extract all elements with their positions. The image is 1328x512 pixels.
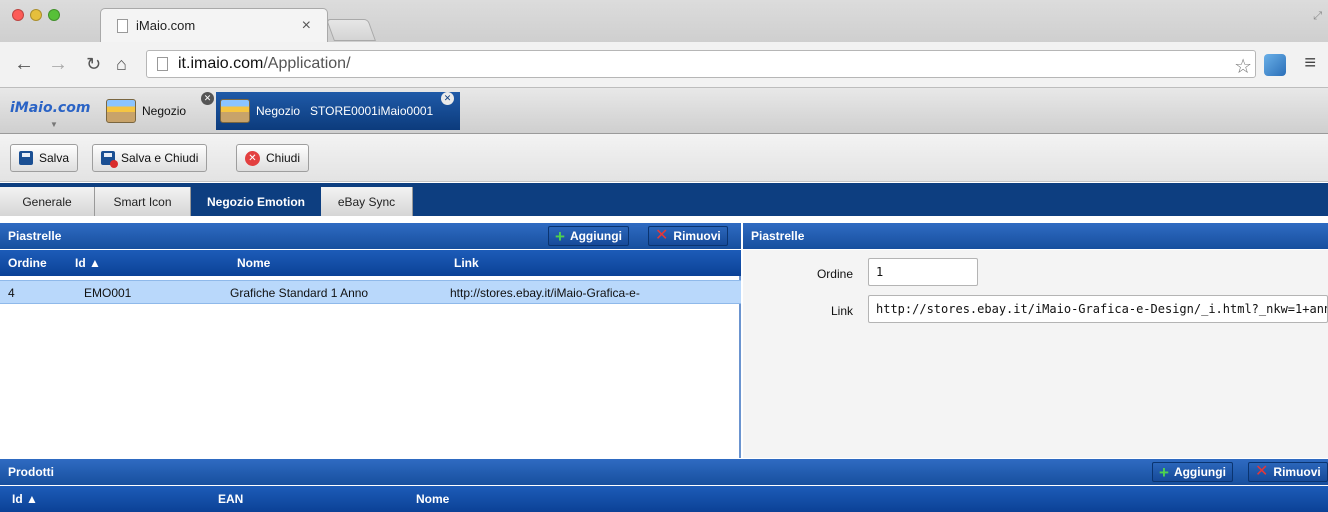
save-close-icon <box>101 151 118 168</box>
link-label: Link <box>830 304 853 318</box>
table-row[interactable]: 4 EMO001 Grafiche Standard 1 Anno http:/… <box>0 280 741 304</box>
tiles-add-label: Aggiungi <box>569 229 622 243</box>
cell-ordine: 4 <box>8 286 15 300</box>
bookmark-star-icon[interactable]: ☆ <box>1234 54 1252 79</box>
close-icon[interactable]: ✕ <box>441 92 454 105</box>
app-tabbar: iMaio.com ▼ Negozio ✕ Negozio STORE0001i… <box>0 88 1328 134</box>
home-icon[interactable]: ⌂ <box>116 52 127 76</box>
tab-generale[interactable]: Generale <box>0 187 95 216</box>
browser-toolbar: ← → ↻ ⌂ it.imaio.com /Application/ ☆ ≡ <box>0 42 1328 88</box>
app-logo[interactable]: iMaio.com <box>10 100 90 116</box>
cell-nome: Grafiche Standard 1 Anno <box>230 286 369 300</box>
page-icon <box>117 18 128 33</box>
plus-icon: + <box>1159 462 1169 482</box>
save-button[interactable]: Salva <box>10 144 79 172</box>
column-ean[interactable]: EAN <box>218 492 243 506</box>
reload-icon[interactable]: ↻ <box>86 52 101 76</box>
browser-tab-title: iMaio.com <box>136 18 196 33</box>
ordine-field[interactable]: 1 <box>868 258 978 286</box>
products-add-label: Aggiungi <box>1173 465 1226 479</box>
extension-icon[interactable] <box>1264 54 1286 76</box>
tab-close-icon[interactable]: × <box>302 17 311 35</box>
browser-tab-strip: iMaio.com × ⤢ <box>0 0 1328 42</box>
tile-form: Ordine 1 Link http://stores.ebay.it/iMai… <box>743 250 1328 458</box>
action-toolbar: Salva Salva e Chiudi ✕ Chiudi <box>0 134 1328 182</box>
page-icon <box>157 57 168 71</box>
tile-form-title: Piastrelle <box>751 229 805 243</box>
column-link[interactable]: Link <box>454 256 479 270</box>
tab-negozio-emotion[interactable]: Negozio Emotion <box>191 187 321 216</box>
shop-icon <box>106 99 136 123</box>
delete-icon: ✕ <box>1255 463 1269 480</box>
column-nome[interactable]: Nome <box>416 492 449 506</box>
cell-link: http://stores.ebay.it/iMaio-Grafica-e- <box>450 286 640 300</box>
url-host: it.imaio.com <box>178 55 264 72</box>
products-remove-label: Rimuovi <box>1273 465 1321 479</box>
close-icon: ✕ <box>245 150 260 166</box>
save-label: Salva <box>39 151 70 165</box>
save-icon <box>19 151 33 165</box>
back-icon[interactable]: ← <box>14 52 34 76</box>
save-close-label: Salva e Chiudi <box>121 151 199 165</box>
products-add-button[interactable]: + Aggiungi <box>1152 462 1233 482</box>
url-path: /Application/ <box>263 55 351 72</box>
products-panel-title: Prodotti <box>8 465 54 479</box>
link-field[interactable]: http://stores.ebay.it/iMaio-Grafica-e-De… <box>868 295 1328 323</box>
column-id[interactable]: Id ▲ <box>12 492 38 506</box>
tab-smart-icon[interactable]: Smart Icon <box>95 187 191 216</box>
tab-ebay-sync[interactable]: eBay Sync <box>321 187 413 216</box>
tiles-grid: 4 EMO001 Grafiche Standard 1 Anno http:/… <box>0 276 741 458</box>
column-id[interactable]: Id ▲ <box>75 256 101 270</box>
close-label: Chiudi <box>266 151 301 165</box>
window-close-button[interactable] <box>12 9 24 21</box>
ordine-label: Ordine <box>816 267 853 281</box>
app-tab-negozio-store[interactable]: Negozio STORE0001iMaio0001 ✕ <box>216 92 460 130</box>
close-button[interactable]: ✕ Chiudi <box>236 144 310 172</box>
section-tabs: Generale Smart Icon Negozio Emotion eBay… <box>0 183 1328 216</box>
tiles-panel-header: Piastrelle + Aggiungi ✕ Rimuovi <box>0 223 741 249</box>
cell-id: EMO001 <box>84 286 132 300</box>
tiles-remove-label: Rimuovi <box>673 229 721 243</box>
window-minimize-button[interactable] <box>30 9 42 21</box>
column-nome[interactable]: Nome <box>237 256 270 270</box>
tile-form-header: Piastrelle <box>743 223 1328 249</box>
tiles-column-header: Ordine Id ▲ Nome Link <box>0 250 741 276</box>
app-tab-negozio[interactable]: Negozio ✕ <box>104 92 218 130</box>
address-bar[interactable]: it.imaio.com /Application/ <box>146 50 1256 78</box>
fullscreen-icon[interactable]: ⤢ <box>1313 10 1322 23</box>
tiles-remove-button[interactable]: ✕ Rimuovi <box>648 226 728 246</box>
products-panel-header: Prodotti + Aggiungi ✕ Rimuovi <box>0 459 1328 485</box>
browser-tab[interactable]: iMaio.com × <box>100 8 328 42</box>
app-tab-label: Negozio STORE0001iMaio0001 <box>256 104 434 118</box>
delete-icon: ✕ <box>655 227 669 244</box>
menu-icon[interactable]: ≡ <box>1304 52 1316 75</box>
new-tab-button[interactable] <box>325 19 377 41</box>
app-tab-label: Negozio <box>142 104 187 118</box>
products-remove-button[interactable]: ✕ Rimuovi <box>1248 462 1328 482</box>
window-controls <box>12 9 60 21</box>
save-close-button[interactable]: Salva e Chiudi <box>92 144 208 172</box>
tiles-panel-title: Piastrelle <box>8 229 62 243</box>
products-column-header: Id ▲ EAN Nome <box>0 486 1328 512</box>
shop-icon <box>220 99 250 123</box>
plus-icon: + <box>555 226 565 246</box>
window-zoom-button[interactable] <box>48 9 60 21</box>
forward-icon[interactable]: → <box>48 52 68 76</box>
column-ordine[interactable]: Ordine <box>8 256 47 270</box>
tiles-add-button[interactable]: + Aggiungi <box>548 226 629 246</box>
close-icon[interactable]: ✕ <box>201 92 214 105</box>
chevron-down-icon[interactable]: ▼ <box>50 120 58 129</box>
